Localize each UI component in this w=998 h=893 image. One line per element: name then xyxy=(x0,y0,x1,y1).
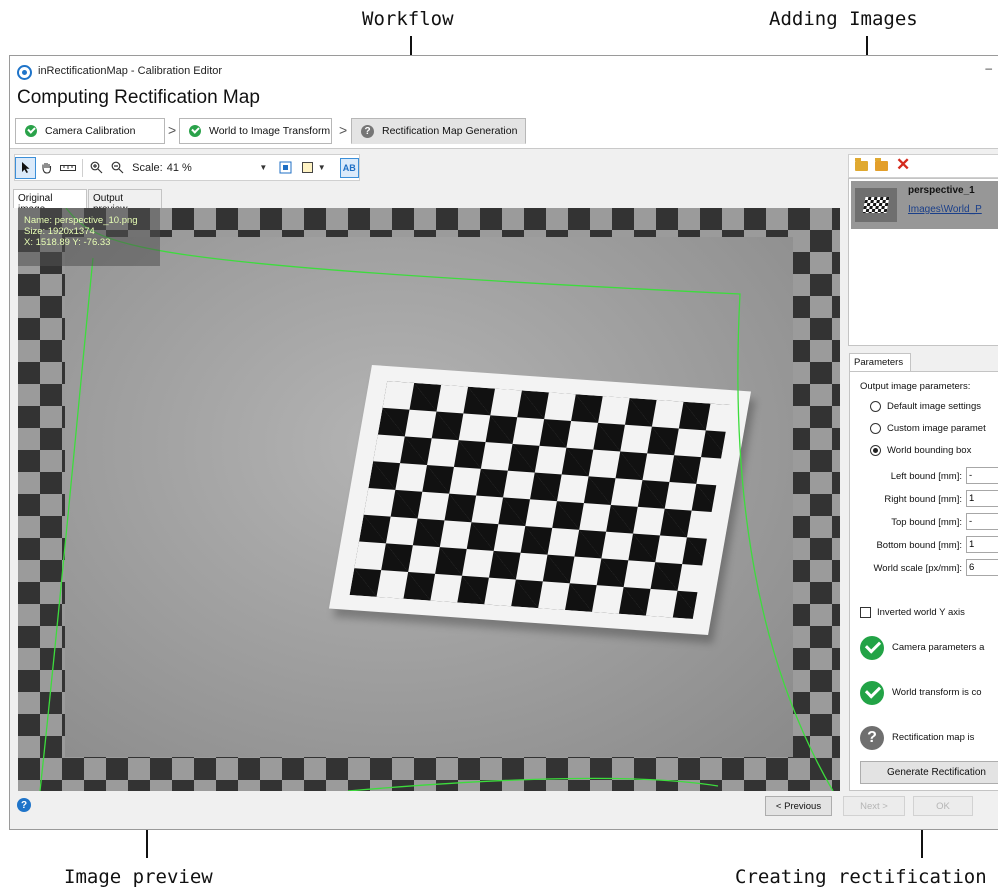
question-icon: ? xyxy=(361,124,374,138)
generate-rectification-button[interactable]: Generate Rectification xyxy=(860,761,998,784)
inverted-y-axis-label: Inverted world Y axis xyxy=(877,607,965,618)
title-bar: inRectificationMap - Calibration Editor … xyxy=(10,56,998,84)
chevron-right-icon: > xyxy=(339,122,348,138)
callout-workflow: Workflow xyxy=(362,8,454,30)
chevron-down-icon[interactable]: ▼ xyxy=(259,163,267,172)
camera-parameters-status-icon xyxy=(860,636,884,660)
callout-adding-images: Adding Images xyxy=(769,8,918,30)
image-toolbar: Scale: 41 % ▼ ▼ AB xyxy=(14,154,360,181)
cursor-coordinates-text: X: 1518.89 Y: -76.33 xyxy=(24,237,111,248)
left-bound-label: Left bound [mm]: xyxy=(890,471,962,482)
app-logo-icon xyxy=(17,65,32,80)
measure-tool-button[interactable] xyxy=(58,157,79,179)
chevron-down-icon[interactable]: ▼ xyxy=(318,163,326,172)
calibration-editor-window: inRectificationMap - Calibration Editor … xyxy=(9,55,998,830)
tab-parameters[interactable]: Parameters xyxy=(849,353,911,372)
image-list-toolbar: ✕ xyxy=(848,154,998,178)
tab-label: World to Image Transform xyxy=(209,125,331,137)
output-image-parameters-label: Output image parameters: xyxy=(860,381,971,392)
right-bound-label: Right bound [mm]: xyxy=(884,494,962,505)
image-name: perspective_1 xyxy=(908,185,975,196)
zoom-in-button[interactable] xyxy=(86,157,107,179)
list-item[interactable]: perspective_1 Images\World_P xyxy=(851,181,998,229)
tab-rectification-map-generation[interactable]: ? Rectification Map Generation xyxy=(351,118,526,144)
ruler-icon xyxy=(60,164,77,171)
parameters-panel: Output image parameters: Default image s… xyxy=(849,371,998,791)
right-bound-field[interactable]: 1 xyxy=(966,490,998,507)
tab-output-preview[interactable]: Output preview xyxy=(88,189,162,215)
next-button[interactable]: Next > xyxy=(843,796,905,816)
rectification-map-status-text: Rectification map is xyxy=(892,732,975,743)
toolbar-separator xyxy=(81,158,83,177)
inverted-y-axis-checkbox[interactable] xyxy=(860,607,871,618)
fit-to-window-button[interactable] xyxy=(275,157,296,179)
page-title: Computing Rectification Map xyxy=(17,87,260,108)
bottom-bound-field[interactable]: 1 xyxy=(966,536,998,553)
callout-creating-map: Creating rectification m xyxy=(735,866,998,888)
radio-default-image-settings[interactable] xyxy=(870,401,881,412)
world-scale-field[interactable]: 6 xyxy=(966,559,998,576)
image-size-text: Size: 1920x1374 xyxy=(24,226,95,237)
radio-label: World bounding box xyxy=(887,445,972,456)
radio-world-bounding-box[interactable] xyxy=(870,445,881,456)
frame-icon xyxy=(301,162,313,173)
tab-label: Rectification Map Generation xyxy=(382,125,518,137)
image-list[interactable]: perspective_1 Images\World_P xyxy=(848,178,998,346)
image-thumbnail xyxy=(855,188,897,222)
wizard-header: Computing Rectification Map Camera Calib… xyxy=(10,84,998,149)
help-icon[interactable]: ? xyxy=(17,798,31,812)
image-preview[interactable]: Name: perspective_10.png Size: 1920x1374… xyxy=(18,208,840,791)
tab-label: Camera Calibration xyxy=(45,125,136,137)
chevron-right-icon: > xyxy=(168,122,177,138)
tab-camera-calibration[interactable]: Camera Calibration xyxy=(15,118,165,144)
image-path-link[interactable]: Images\World_P xyxy=(908,204,982,215)
delete-icon[interactable]: ✕ xyxy=(896,155,910,175)
distortion-boundary-curve xyxy=(39,208,834,791)
tab-world-to-image-transform[interactable]: World to Image Transform xyxy=(179,118,332,144)
left-bound-field[interactable]: - xyxy=(966,467,998,484)
zoom-out-icon xyxy=(111,161,124,174)
toggle-labels-button[interactable]: AB xyxy=(339,157,359,178)
check-icon xyxy=(25,125,37,137)
world-transform-status-text: World transform is co xyxy=(892,687,982,698)
bottom-bound-label: Bottom bound [mm]: xyxy=(876,540,962,551)
top-bound-label: Top bound [mm]: xyxy=(891,517,962,528)
world-transform-status-icon xyxy=(860,681,884,705)
radio-label: Custom image paramet xyxy=(887,423,986,434)
add-image-icon[interactable] xyxy=(855,158,868,171)
scale-label: Scale: xyxy=(132,161,163,174)
previous-button[interactable]: < Previous xyxy=(765,796,832,816)
top-bound-field[interactable]: - xyxy=(966,513,998,530)
pointer-icon xyxy=(21,162,30,173)
scale-dropdown[interactable]: 41 % xyxy=(167,162,260,174)
world-scale-label: World scale [px/mm]: xyxy=(873,563,962,574)
tab-original-image[interactable]: Original image xyxy=(13,189,87,215)
radio-custom-image-parameters[interactable] xyxy=(870,423,881,434)
callout-image-preview: Image preview xyxy=(64,866,213,888)
pan-tool-button[interactable] xyxy=(36,157,57,179)
zoom-in-icon xyxy=(90,161,103,174)
ok-button[interactable]: OK xyxy=(913,796,973,816)
pointer-tool-button[interactable] xyxy=(15,156,37,179)
camera-parameters-status-text: Camera parameters a xyxy=(892,642,985,653)
radio-label: Default image settings xyxy=(887,401,981,412)
rectification-map-status-icon: ? xyxy=(860,726,884,750)
fit-window-icon xyxy=(279,161,292,174)
window-title: inRectificationMap - Calibration Editor xyxy=(38,65,223,77)
image-name-text: Name: perspective_10.png xyxy=(24,215,138,226)
selection-frame-button[interactable] xyxy=(296,157,317,179)
zoom-out-button[interactable] xyxy=(107,157,128,179)
hand-icon xyxy=(42,163,52,174)
image-info-overlay: Name: perspective_10.png Size: 1920x1374… xyxy=(18,208,160,266)
minimize-button[interactable]: – xyxy=(985,61,992,75)
add-folder-icon[interactable] xyxy=(875,158,888,171)
check-icon xyxy=(189,125,201,137)
